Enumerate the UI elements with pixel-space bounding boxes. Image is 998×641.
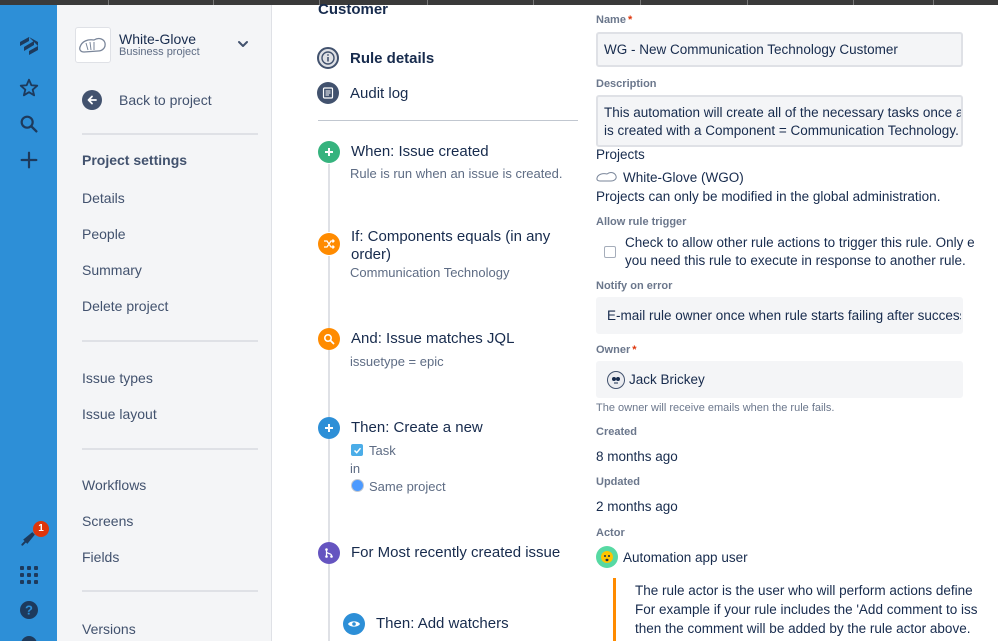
actor-note-line: The rule actor is the user who will perf… xyxy=(635,583,973,598)
actor-value: Automation app user xyxy=(623,550,748,565)
rule-heading-partial: Customer xyxy=(318,1,389,18)
log-icon xyxy=(317,82,339,104)
description-line: This automation will create all of the n… xyxy=(604,105,963,120)
task-icon xyxy=(351,444,363,456)
jql-search-icon[interactable] xyxy=(318,328,340,350)
projects-note: Projects can only be modified in the glo… xyxy=(596,189,941,204)
global-nav-rail: 1 ? xyxy=(0,5,57,641)
tab-audit-log[interactable]: Audit log xyxy=(317,82,408,104)
sidebar-item-summary[interactable]: Summary xyxy=(82,262,142,278)
step-trigger-subtitle: Rule is run when an issue is created. xyxy=(350,166,563,181)
shuffle-icon[interactable] xyxy=(318,233,340,255)
allow-trigger-checkbox[interactable] xyxy=(604,246,616,258)
actor-label: Actor xyxy=(596,527,625,539)
projects-label: Projects xyxy=(596,147,645,162)
sidebar-item-delete-project[interactable]: Delete project xyxy=(82,298,168,314)
sidebar-item-details[interactable]: Details xyxy=(82,190,125,206)
chevron-down-icon[interactable] xyxy=(237,37,249,55)
arrow-left-icon xyxy=(82,90,102,110)
actor-note-bar xyxy=(613,578,616,641)
info-icon xyxy=(317,47,339,69)
step-create-in: in xyxy=(350,461,361,476)
sidebar-divider xyxy=(82,590,258,592)
sidebar-item-screens[interactable]: Screens xyxy=(82,513,133,529)
app-switcher-icon[interactable] xyxy=(14,560,44,590)
project-settings-heading: Project settings xyxy=(82,152,188,168)
notify-select[interactable]: E-mail rule owner once when rule starts … xyxy=(596,297,963,334)
logo-icon[interactable] xyxy=(14,30,44,60)
step-condition-subtitle: Communication Technology xyxy=(350,265,510,280)
step-create-issue-type: Task xyxy=(369,443,396,458)
project-avatar xyxy=(75,27,111,63)
flow-connector xyxy=(328,439,330,542)
tab-rule-details-label: Rule details xyxy=(350,49,435,67)
project-type: Business project xyxy=(119,46,200,58)
project-value: White-Glove (WGO) xyxy=(623,170,744,185)
help-icon[interactable]: ? xyxy=(14,595,44,625)
flow-connector xyxy=(328,164,330,232)
sidebar-item-issue-layout[interactable]: Issue layout xyxy=(82,406,157,422)
sidebar-item-issue-types[interactable]: Issue types xyxy=(82,370,153,386)
project-small-icon xyxy=(596,170,618,189)
sidebar-item-fields[interactable]: Fields xyxy=(82,549,119,565)
updated-label: Updated xyxy=(596,476,640,488)
description-label: Description xyxy=(596,78,657,90)
allow-trigger-label: Allow rule trigger xyxy=(596,216,687,228)
owner-avatar xyxy=(607,370,625,389)
step-create-project: Same project xyxy=(369,479,446,494)
notify-label: Notify on error xyxy=(596,280,673,292)
tab-divider xyxy=(318,120,578,121)
step-create-title[interactable]: Then: Create a new xyxy=(351,419,483,437)
plus-icon[interactable] xyxy=(14,145,44,175)
project-globe-icon xyxy=(351,479,364,492)
description-field[interactable]: This automation will create all of the n… xyxy=(596,95,963,147)
owner-help: The owner will receive emails when the r… xyxy=(596,402,835,414)
owner-value: Jack Brickey xyxy=(629,372,705,387)
svg-text:?: ? xyxy=(25,603,33,618)
actor-avatar xyxy=(596,546,618,568)
action-plus-icon[interactable] xyxy=(318,417,340,439)
sidebar-item-people[interactable]: People xyxy=(82,226,126,242)
description-line: is created with a Component = Communicat… xyxy=(604,123,959,138)
back-to-project-link[interactable]: Back to project xyxy=(82,90,212,110)
created-value: 8 months ago xyxy=(596,449,678,464)
sidebar-item-workflows[interactable]: Workflows xyxy=(82,477,146,493)
step-jql-title[interactable]: And: Issue matches JQL xyxy=(351,330,514,348)
trigger-icon[interactable] xyxy=(318,141,340,163)
owner-select[interactable]: Jack Brickey xyxy=(596,361,963,398)
step-trigger-title[interactable]: When: Issue created xyxy=(351,143,489,161)
branch-icon[interactable] xyxy=(318,542,340,564)
tab-rule-details[interactable]: Rule details xyxy=(317,47,434,69)
project-sidebar: White-Glove Business project Back to pro… xyxy=(57,5,272,641)
flow-connector xyxy=(328,350,330,417)
allow-trigger-text: Check to allow other rule actions to tri… xyxy=(625,235,975,250)
step-watchers-title[interactable]: Then: Add watchers xyxy=(376,615,509,633)
updated-value: 2 months ago xyxy=(596,499,678,514)
search-icon[interactable] xyxy=(14,109,44,139)
allow-trigger-text: you need this rule to execute in respons… xyxy=(625,253,966,268)
actor-note-line: then the comment will be added by the ru… xyxy=(635,621,971,636)
actor-note-line: For example if your rule includes the 'A… xyxy=(635,602,978,617)
step-condition-title[interactable]: If: Components equals (in any order) xyxy=(351,228,561,264)
notification-badge: 1 xyxy=(33,521,49,537)
tab-audit-log-label: Audit log xyxy=(350,84,409,102)
sidebar-divider xyxy=(82,448,258,450)
project-name: White-Glove xyxy=(119,31,197,47)
name-field[interactable]: WG - New Communication Technology Custom… xyxy=(596,32,963,67)
flow-connector xyxy=(328,564,330,641)
step-jql-subtitle: issuetype = epic xyxy=(350,354,444,369)
created-label: Created xyxy=(596,426,637,438)
sidebar-divider xyxy=(82,133,258,135)
flow-connector xyxy=(328,256,330,328)
sidebar-divider xyxy=(82,340,258,342)
owner-label: Owner * xyxy=(596,344,637,356)
name-label: Name * xyxy=(596,14,633,26)
star-icon[interactable] xyxy=(14,73,44,103)
eye-icon[interactable] xyxy=(343,613,365,635)
sidebar-item-versions[interactable]: Versions xyxy=(82,621,136,637)
profile-icon[interactable] xyxy=(14,629,44,641)
back-to-project-label: Back to project xyxy=(119,92,212,108)
step-branch-title[interactable]: For Most recently created issue xyxy=(351,544,560,562)
